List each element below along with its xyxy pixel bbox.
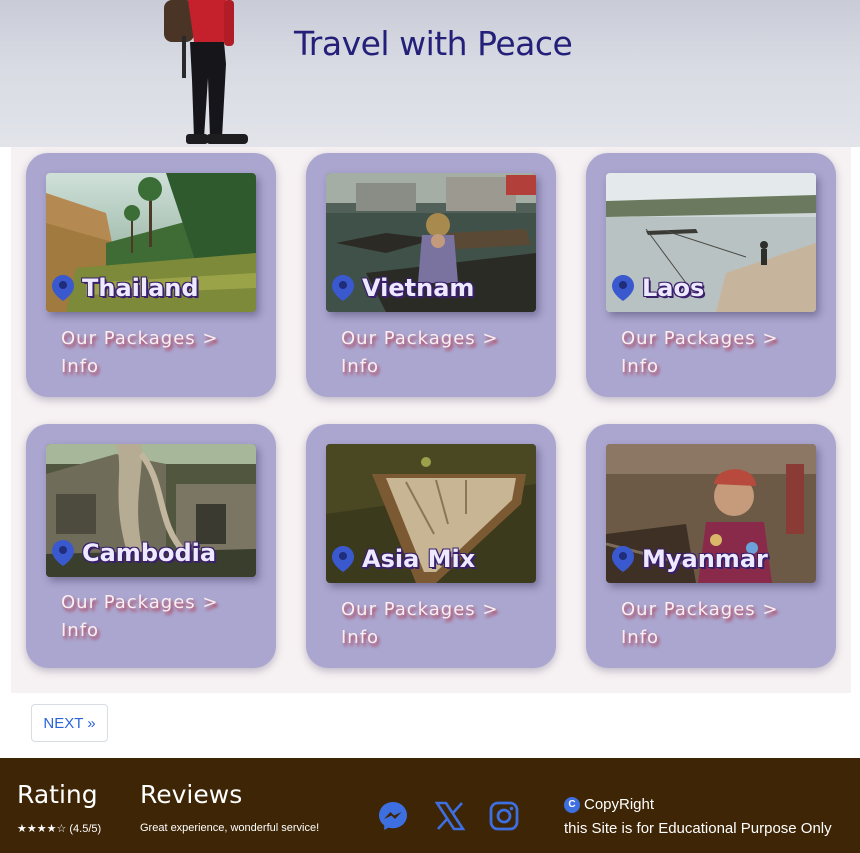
destination-card-thailand[interactable]: Thailand Our Packages > Info bbox=[26, 153, 276, 397]
location-label: Laos bbox=[612, 274, 704, 302]
destination-card-myanmar[interactable]: Myanmar Our Packages > Info bbox=[586, 424, 836, 668]
info-link[interactable]: Info bbox=[61, 353, 99, 381]
destination-name: Thailand bbox=[82, 274, 199, 302]
packages-link[interactable]: Our Packages > bbox=[341, 325, 499, 353]
review-text: Great experience, wonderful service! bbox=[140, 822, 320, 834]
messenger-icon[interactable] bbox=[377, 800, 409, 832]
destination-photo-laos[interactable]: Laos bbox=[606, 173, 816, 312]
destination-name: Laos bbox=[642, 274, 705, 302]
copyright-text: CopyRight bbox=[584, 796, 655, 813]
instagram-icon[interactable] bbox=[488, 800, 520, 832]
destination-card-laos[interactable]: Laos Our Packages > Info bbox=[586, 153, 836, 397]
destination-photo-vietnam[interactable]: Vietnam bbox=[326, 173, 536, 312]
purpose-text: this Site is for Educational Purpose Onl… bbox=[564, 820, 832, 837]
destination-name: Vietnam bbox=[362, 274, 475, 302]
info-link[interactable]: Info bbox=[621, 353, 659, 381]
hero-banner: Travel with Peace bbox=[0, 0, 860, 147]
destination-card-cambodia[interactable]: Cambodia Our Packages > Info bbox=[26, 424, 276, 668]
hiker-image bbox=[164, 0, 248, 144]
destination-card-vietnam[interactable]: Vietnam Our Packages > Info bbox=[306, 153, 556, 397]
info-link[interactable]: Info bbox=[621, 624, 659, 652]
location-label: Vietnam bbox=[332, 274, 474, 302]
copyright-icon: C bbox=[564, 796, 580, 813]
info-link[interactable]: Info bbox=[341, 624, 379, 652]
packages-link[interactable]: Our Packages > bbox=[341, 596, 499, 624]
packages-link[interactable]: Our Packages > bbox=[61, 589, 219, 617]
map-pin-icon bbox=[612, 546, 634, 572]
packages-link[interactable]: Our Packages > bbox=[61, 325, 219, 353]
location-label: Thailand bbox=[52, 274, 199, 302]
destination-name: Cambodia bbox=[82, 539, 217, 567]
packages-link[interactable]: Our Packages > bbox=[621, 325, 779, 353]
footer: Rating ★★★★☆ (4.5/5) Reviews Great exper… bbox=[0, 758, 860, 853]
destination-name: Asia Mix bbox=[362, 545, 476, 573]
location-label: Cambodia bbox=[52, 539, 216, 567]
info-link[interactable]: Info bbox=[61, 617, 99, 645]
info-link[interactable]: Info bbox=[341, 353, 379, 381]
location-label: Asia Mix bbox=[332, 545, 475, 573]
destination-photo-asia-mix[interactable]: Asia Mix bbox=[326, 444, 536, 583]
x-icon[interactable] bbox=[434, 800, 466, 832]
map-pin-icon bbox=[332, 546, 354, 572]
destination-name: Myanmar bbox=[642, 545, 768, 573]
map-pin-icon bbox=[612, 275, 634, 301]
destination-photo-thailand[interactable]: Thailand bbox=[46, 173, 256, 312]
destinations-grid: Thailand Our Packages > Info Vietnam Our… bbox=[11, 147, 851, 693]
copyright: C CopyRight bbox=[564, 796, 654, 813]
location-label: Myanmar bbox=[612, 545, 768, 573]
map-pin-icon bbox=[52, 540, 74, 566]
packages-link[interactable]: Our Packages > bbox=[621, 596, 779, 624]
page-title: Travel with Peace bbox=[294, 24, 573, 63]
destination-photo-myanmar[interactable]: Myanmar bbox=[606, 444, 816, 583]
destination-photo-cambodia[interactable]: Cambodia bbox=[46, 444, 256, 577]
map-pin-icon bbox=[52, 275, 74, 301]
rating-heading: Rating bbox=[17, 780, 98, 809]
reviews-heading: Reviews bbox=[140, 780, 243, 809]
destination-card-asia-mix[interactable]: Asia Mix Our Packages > Info bbox=[306, 424, 556, 668]
next-page-button[interactable]: NEXT » bbox=[31, 704, 108, 742]
map-pin-icon bbox=[332, 275, 354, 301]
rating-value: ★★★★☆ (4.5/5) bbox=[17, 823, 102, 835]
